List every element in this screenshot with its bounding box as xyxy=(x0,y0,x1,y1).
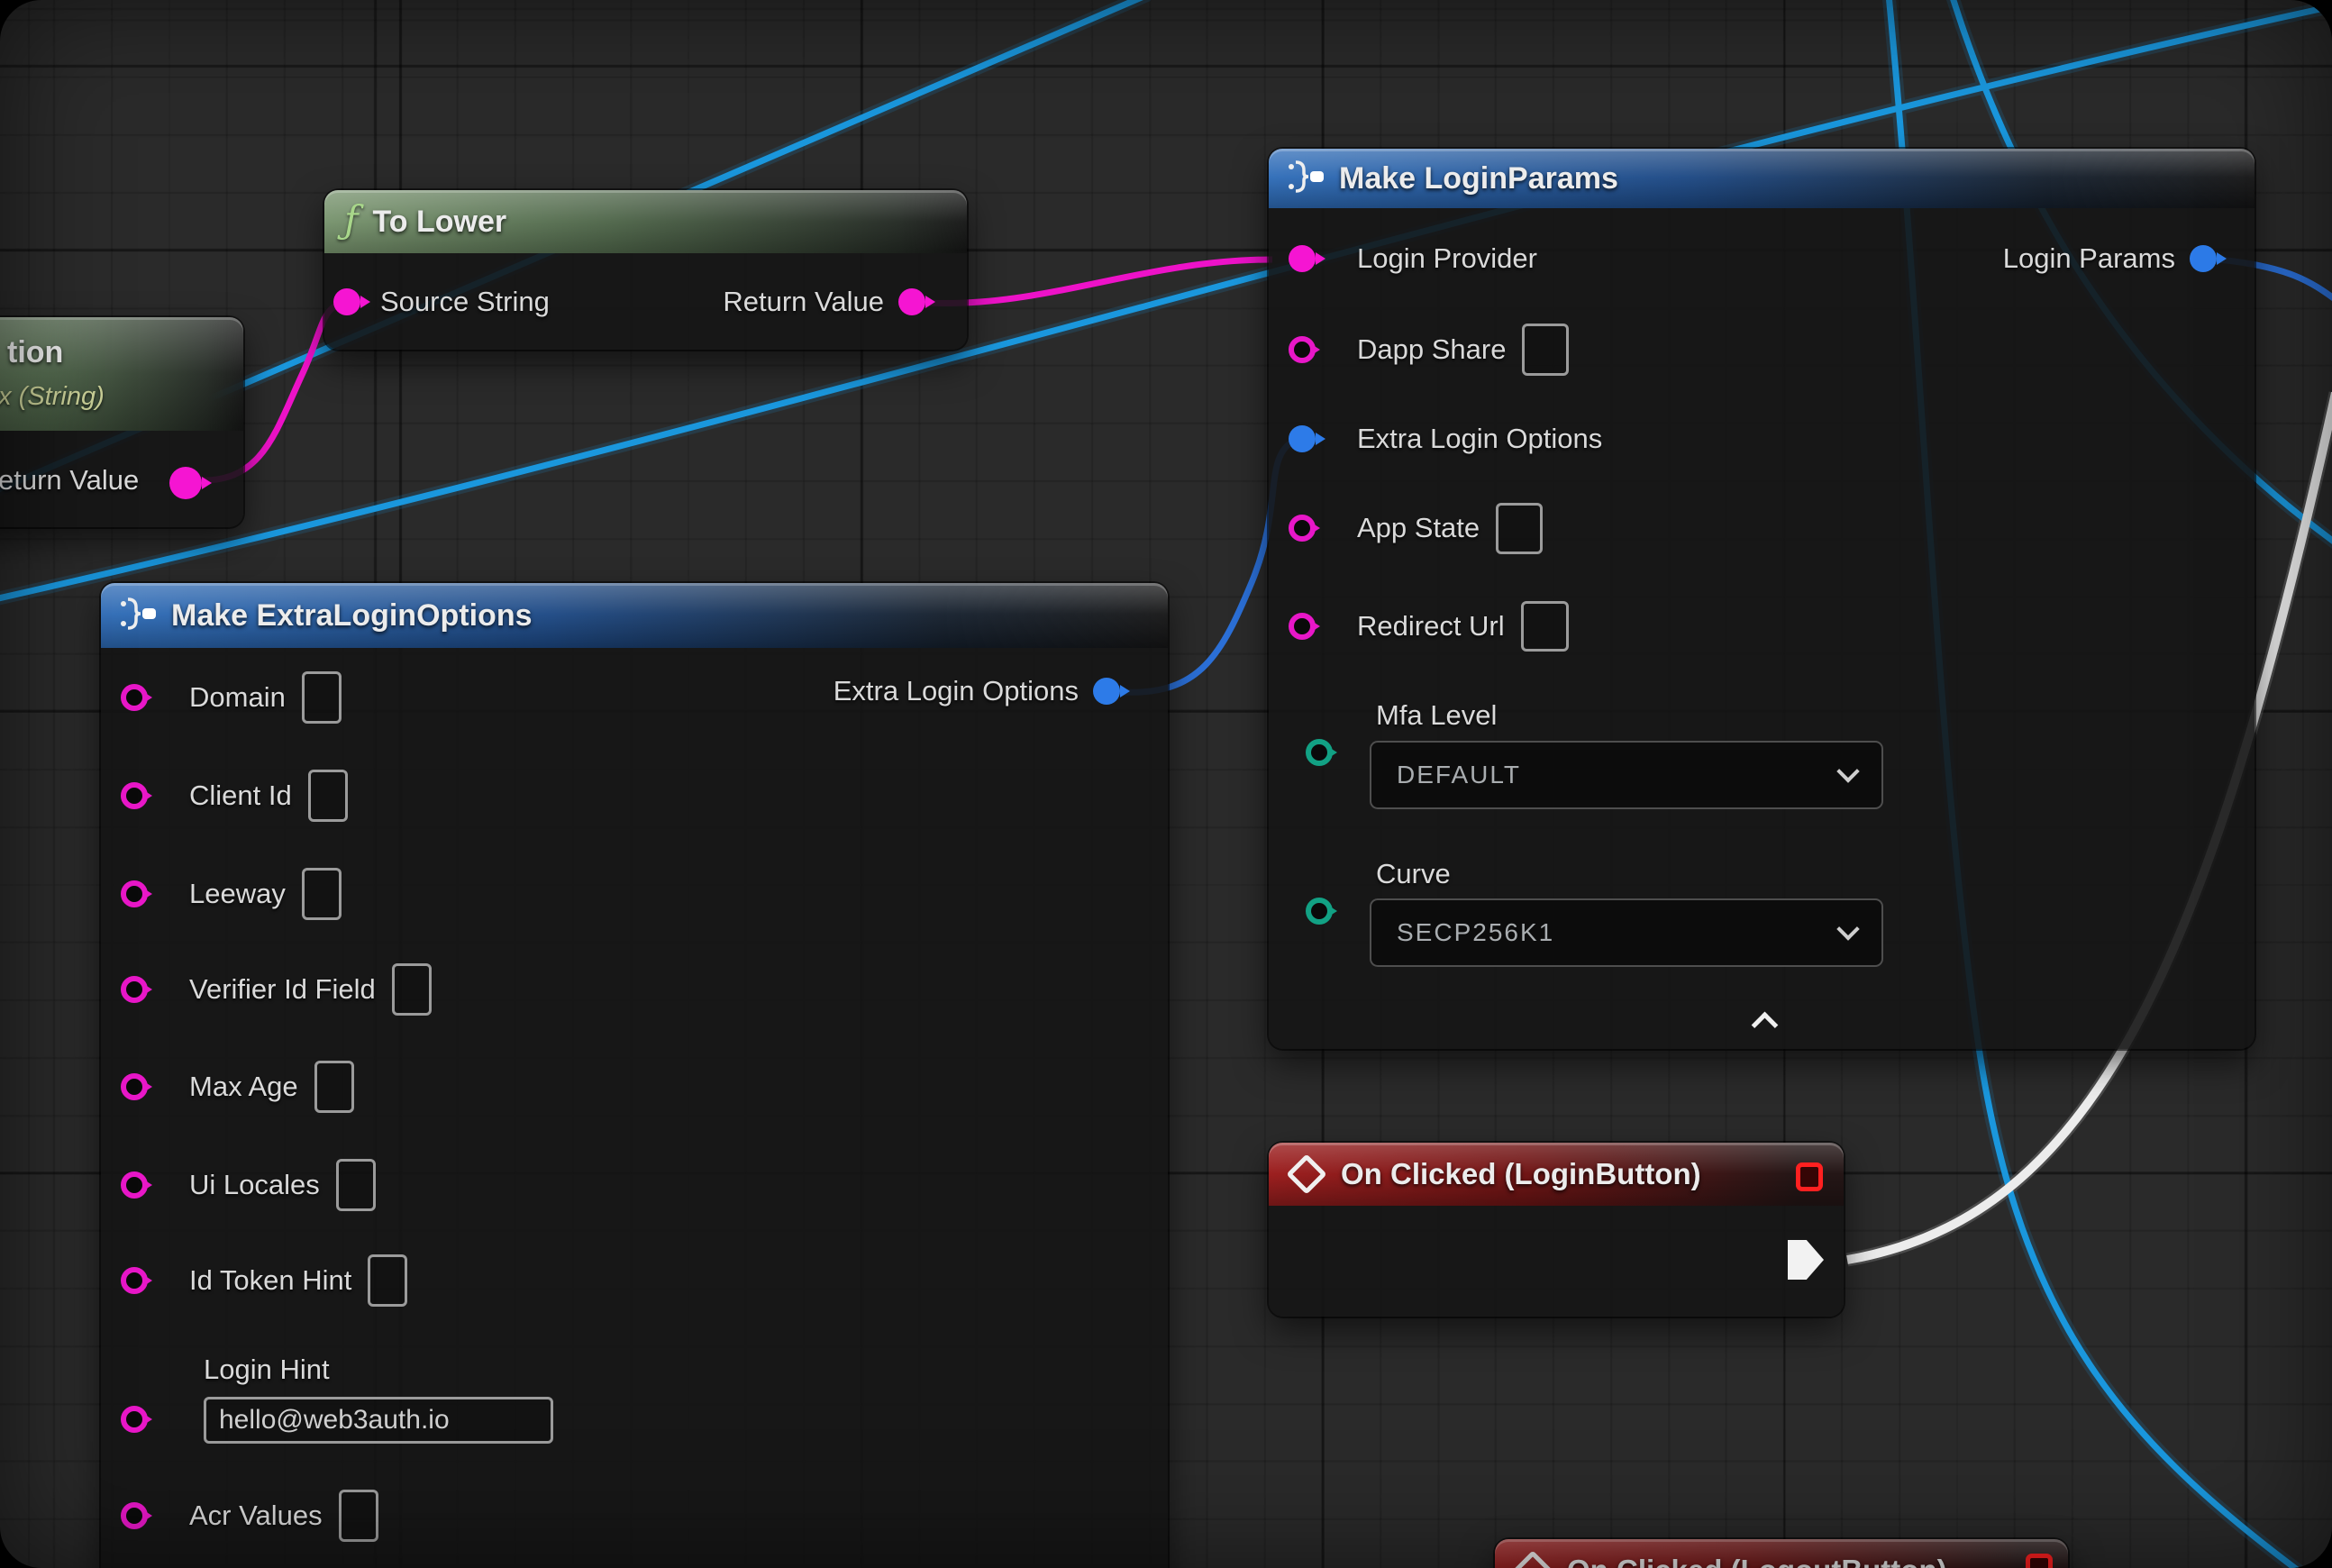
login-params-out-pin[interactable] xyxy=(2190,245,2217,272)
domain-label: Domain xyxy=(189,681,286,714)
pin-row: Leeway xyxy=(101,866,1168,922)
client-id-pin[interactable] xyxy=(121,782,148,809)
app-state-label: App State xyxy=(1357,512,1480,544)
max-age-pin[interactable] xyxy=(121,1073,148,1100)
event-diamond-icon xyxy=(1512,1550,1553,1568)
login-hint-label: Login Hint xyxy=(204,1354,330,1386)
pin-row: Verifier Id Field xyxy=(101,962,1168,1017)
max-age-label: Max Age xyxy=(189,1071,298,1103)
redirect-url-label: Redirect Url xyxy=(1357,610,1505,643)
node-on-clicked-logout-button[interactable]: On Clicked (LogoutButton) xyxy=(1495,1539,2068,1568)
id-token-hint-label: Id Token Hint xyxy=(189,1264,351,1297)
mfa-level-pin[interactable] xyxy=(1306,739,1333,766)
return-value-pin[interactable] xyxy=(169,467,202,499)
node-title: To Lower xyxy=(373,205,507,240)
event-diamond-icon xyxy=(1286,1153,1326,1194)
pin-row: Extra Login Options xyxy=(1269,411,2255,467)
verifier-id-field-label: Verifier Id Field xyxy=(189,973,376,1006)
pin-row: Dapp Share xyxy=(1269,322,2255,378)
return-value-label: Return Value xyxy=(723,286,884,318)
ui-locales-value-box[interactable] xyxy=(336,1159,376,1211)
pin-row: Id Token Hint xyxy=(101,1253,1168,1308)
dapp-share-label: Dapp Share xyxy=(1357,333,1506,366)
node-title-fragment: tion xyxy=(7,335,63,370)
node-title: On Clicked (LogoutButton) xyxy=(1567,1554,1947,1568)
node-title: On Clicked (LoginButton) xyxy=(1341,1157,1701,1191)
domain-pin[interactable] xyxy=(121,684,148,711)
node-to-lower[interactable]: ƒ To Lower Source String Return Value xyxy=(324,190,967,350)
leeway-value-box[interactable] xyxy=(302,868,342,920)
login-hint-value: hello@web3auth.io xyxy=(219,1405,450,1436)
pin-row: Acr Values xyxy=(101,1488,1168,1544)
app-state-value-box[interactable] xyxy=(1496,503,1543,554)
curve-value: SECP256K1 xyxy=(1397,918,1554,947)
chevron-down-icon xyxy=(1836,917,1859,940)
return-value-pin[interactable] xyxy=(898,288,925,315)
pin-row: App State xyxy=(1269,500,2255,556)
client-id-value-box[interactable] xyxy=(308,770,348,822)
make-struct-icon xyxy=(119,597,159,635)
verifier-id-field-value-box[interactable] xyxy=(392,963,432,1016)
login-hint-pin[interactable] xyxy=(121,1406,148,1433)
node-get-selected-option[interactable]: tion ox (String) eturn Value xyxy=(0,317,243,527)
leeway-pin[interactable] xyxy=(121,880,148,907)
mfa-level-dropdown[interactable]: DEFAULT xyxy=(1370,741,1883,809)
pin-row: Domain xyxy=(101,670,1168,725)
login-params-out-label: Login Params xyxy=(2003,242,2175,275)
id-token-hint-value-box[interactable] xyxy=(368,1254,407,1307)
pin-row: Ui Locales xyxy=(101,1157,1168,1213)
curve-label: Curve xyxy=(1376,858,1451,890)
node-make-extra-login-options[interactable]: Make ExtraLoginOptions Extra Login Optio… xyxy=(101,583,1168,1568)
domain-value-box[interactable] xyxy=(302,671,342,724)
node-make-login-params[interactable]: Make LoginParams Login Provider Login Pa… xyxy=(1269,149,2255,1049)
event-binding-icon[interactable] xyxy=(2026,1554,2053,1568)
leeway-label: Leeway xyxy=(189,878,286,910)
extra-login-options-in-pin[interactable] xyxy=(1289,425,1316,452)
make-struct-icon xyxy=(1287,160,1326,198)
verifier-id-field-pin[interactable] xyxy=(121,976,148,1003)
node-on-clicked-login-button[interactable]: On Clicked (LoginButton) xyxy=(1269,1143,1844,1317)
curve-pin[interactable] xyxy=(1306,898,1333,925)
pin-row-output: Login Params xyxy=(1269,231,2217,287)
redirect-url-value-box[interactable] xyxy=(1521,601,1569,652)
pin-row: Client Id xyxy=(101,768,1168,824)
blueprint-editor-viewport: tion ox (String) eturn Value ƒ To Lower … xyxy=(0,0,2332,1568)
exec-out-pin[interactable] xyxy=(1788,1240,1824,1280)
dapp-share-value-box[interactable] xyxy=(1522,324,1569,376)
node-title: Make ExtraLoginOptions xyxy=(171,598,533,634)
acr-values-pin[interactable] xyxy=(121,1502,148,1529)
function-f-icon: ƒ xyxy=(344,197,359,242)
event-binding-icon[interactable] xyxy=(1796,1162,1823,1191)
dapp-share-pin[interactable] xyxy=(1289,336,1316,363)
node-title: Make LoginParams xyxy=(1339,161,1618,196)
acr-values-label: Acr Values xyxy=(189,1500,323,1532)
acr-values-value-box[interactable] xyxy=(339,1490,378,1542)
ui-locales-pin[interactable] xyxy=(121,1171,148,1199)
curve-dropdown[interactable]: SECP256K1 xyxy=(1370,898,1883,967)
login-hint-value-box[interactable]: hello@web3auth.io xyxy=(204,1397,553,1444)
node-subtitle-fragment: ox (String) xyxy=(0,382,105,412)
pin-row: Max Age xyxy=(101,1059,1168,1115)
max-age-value-box[interactable] xyxy=(314,1061,354,1113)
redirect-url-pin[interactable] xyxy=(1289,613,1316,640)
extra-login-options-in-label: Extra Login Options xyxy=(1357,423,1602,455)
collapse-node-chevron-icon[interactable] xyxy=(1752,1012,1779,1039)
id-token-hint-pin[interactable] xyxy=(121,1267,148,1294)
chevron-down-icon xyxy=(1836,760,1859,782)
client-id-label: Client Id xyxy=(189,779,292,812)
pin-row: Redirect Url xyxy=(1269,598,2255,654)
mfa-level-label: Mfa Level xyxy=(1376,699,1497,732)
ui-locales-label: Ui Locales xyxy=(189,1169,320,1201)
app-state-pin[interactable] xyxy=(1289,515,1316,542)
mfa-level-value: DEFAULT xyxy=(1397,761,1521,789)
return-value-label: eturn Value xyxy=(0,464,139,497)
